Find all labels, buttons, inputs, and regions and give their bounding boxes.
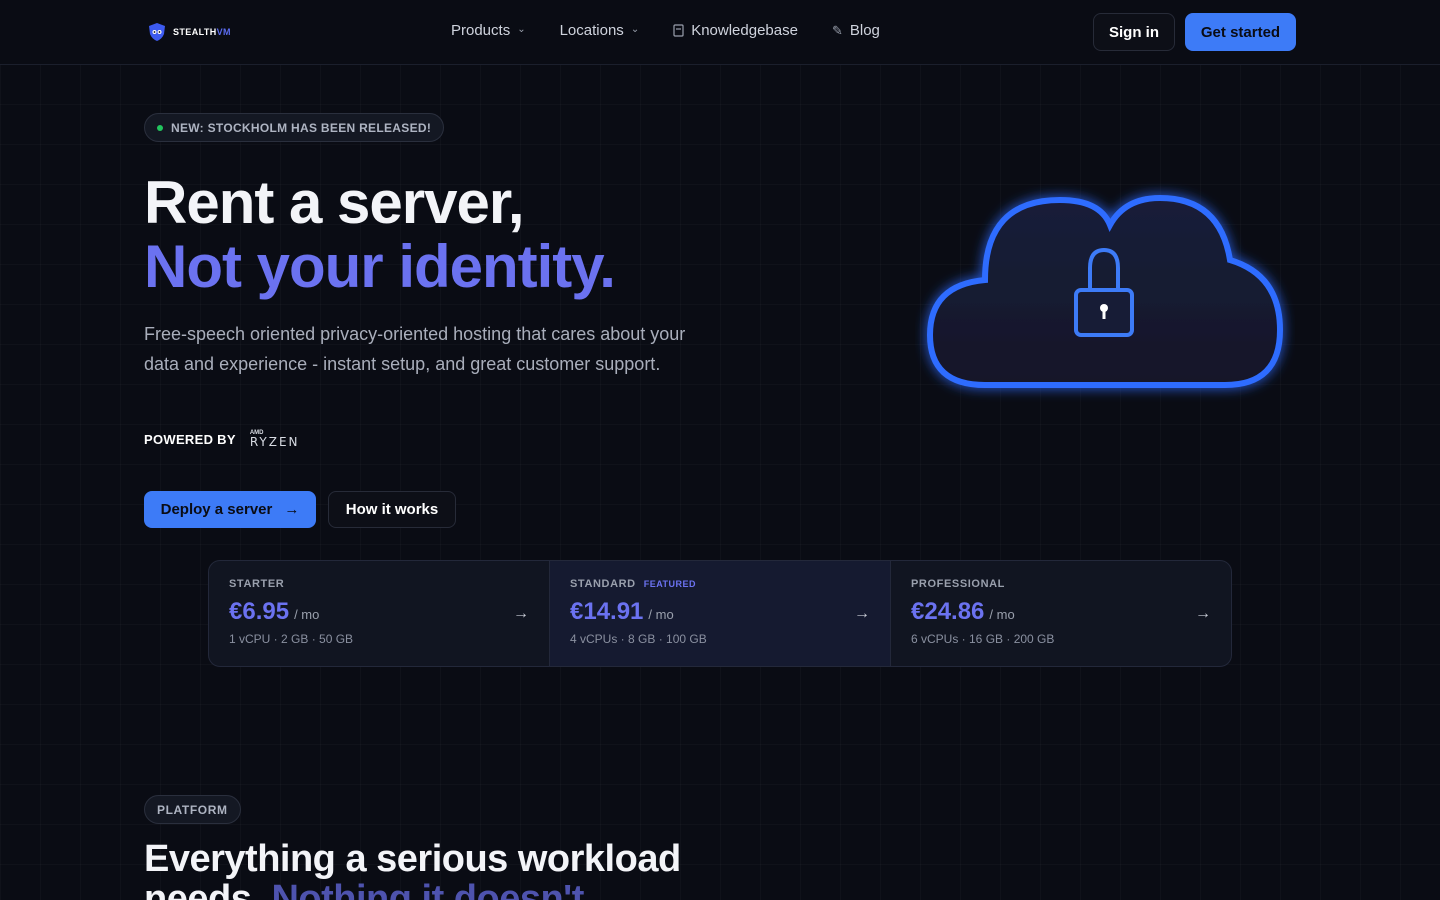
brand-logo[interactable]: STEALTHVM xyxy=(147,22,231,42)
hero-description: Free-speech oriented privacy-oriented ho… xyxy=(144,324,686,374)
platform-section-badge: PLATFORM xyxy=(144,795,241,824)
platform-title-line1: Everything a serious workload xyxy=(144,838,681,880)
plan-specs: 1 vCPU · 2 GB · 50 GB xyxy=(229,632,354,646)
powered-by-label: POWERED BY xyxy=(144,431,236,447)
plan-name: STARTER xyxy=(229,578,285,590)
plan-price: €14.91 / mo xyxy=(570,598,674,625)
main-nav: Products ⌄ Locations ⌄ Knowledgebase ✎ B… xyxy=(451,22,880,39)
plan-card-professional[interactable]: PROFESSIONAL €24.86 / mo 6 vCPUs · 16 GB… xyxy=(891,561,1231,666)
nav-item-blog[interactable]: ✎ Blog xyxy=(832,22,880,39)
powered-by: POWERED BY AMD RYZEN xyxy=(144,430,300,448)
shield-icon xyxy=(149,23,165,41)
chevron-down-icon: ⌄ xyxy=(517,24,526,35)
plan-name: PROFESSIONAL xyxy=(911,578,1005,590)
hero-title-line2: Not your identity. xyxy=(144,233,616,300)
get-started-button[interactable]: Get started xyxy=(1185,13,1296,51)
nav-item-locations[interactable]: Locations ⌄ xyxy=(560,22,640,39)
plan-specs: 6 vCPUs · 16 GB · 200 GB xyxy=(911,632,1055,646)
status-dot-icon xyxy=(157,124,163,131)
plan-card-starter[interactable]: STARTER €6.95 / mo 1 vCPU · 2 GB · 50 GB… xyxy=(209,561,550,666)
pricing-strip: STARTER €6.95 / mo 1 vCPU · 2 GB · 50 GB… xyxy=(208,560,1232,667)
deploy-button-label: Deploy a server xyxy=(160,501,273,518)
platform-title-line2: needs. Nothing it doesn't. xyxy=(144,878,594,900)
chevron-down-icon: ⌄ xyxy=(630,24,640,35)
nav-item-label: Knowledgebase xyxy=(691,22,798,39)
arrow-right-icon: → xyxy=(1195,605,1211,622)
nav-item-label: Blog xyxy=(849,22,880,39)
pencil-icon: ✎ xyxy=(831,22,843,38)
nav-item-knowledgebase[interactable]: Knowledgebase xyxy=(673,22,798,39)
sign-in-button[interactable]: Sign in xyxy=(1093,13,1175,51)
arrow-right-icon: → xyxy=(513,605,529,622)
nav-item-label: Locations xyxy=(559,22,624,39)
deploy-server-button[interactable]: Deploy a server → xyxy=(144,491,316,528)
brand-name: STEALTHVM xyxy=(173,27,231,37)
nav-item-products[interactable]: Products ⌄ xyxy=(451,22,526,39)
announcement-badge[interactable]: NEW: STOCKHOLM HAS BEEN RELEASED! xyxy=(144,113,445,142)
how-it-works-button[interactable]: How it works xyxy=(328,491,456,528)
hero-title-line1: Rent a server, xyxy=(144,169,525,236)
featured-badge: FEATURED xyxy=(643,579,697,589)
plan-price: €24.86 / mo xyxy=(911,598,1015,625)
plan-card-standard[interactable]: STANDARD FEATURED €14.91 / mo 4 vCPUs · … xyxy=(550,561,891,666)
plan-name: STANDARD FEATURED xyxy=(570,578,697,590)
amd-ryzen-logo: AMD RYZEN xyxy=(249,430,300,449)
arrow-right-icon: → xyxy=(284,501,300,518)
book-icon xyxy=(673,24,684,37)
plan-specs: 4 vCPUs · 8 GB · 100 GB xyxy=(570,632,707,646)
announcement-text: NEW: STOCKHOLM HAS BEEN RELEASED! xyxy=(171,120,432,135)
arrow-right-icon: → xyxy=(854,605,870,622)
plan-price: €6.95 / mo xyxy=(229,598,320,625)
cloud-lock-illustration xyxy=(926,194,1284,388)
top-navbar: STEALTHVM Products ⌄ Locations ⌄ Knowled… xyxy=(0,0,1440,65)
nav-item-label: Products xyxy=(451,22,511,39)
